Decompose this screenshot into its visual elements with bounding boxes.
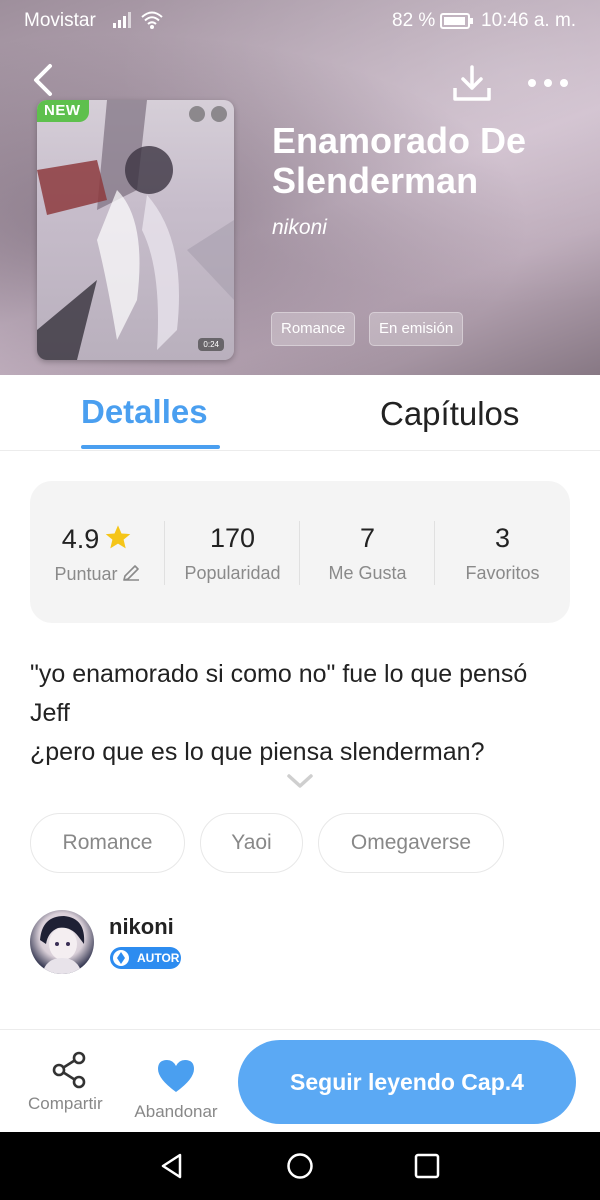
- tag-omegaverse[interactable]: Omegaverse: [318, 813, 504, 873]
- likes-label: Me Gusta: [328, 563, 407, 583]
- tab-details[interactable]: Detalles: [81, 393, 208, 431]
- avatar-artwork: [40, 916, 85, 974]
- stat-favorites: 3 Favoritos: [435, 481, 570, 623]
- share-label: Compartir: [28, 1094, 103, 1113]
- chevron-down-icon[interactable]: [286, 773, 314, 789]
- carrier-name: Movistar: [24, 10, 96, 31]
- more-icon[interactable]: [526, 70, 570, 96]
- back-arrow-icon[interactable]: [28, 62, 58, 98]
- story-description: "yo enamorado si como no" fue lo que pen…: [30, 655, 570, 772]
- new-badge: NEW: [37, 100, 89, 122]
- heart-icon: [158, 1060, 194, 1092]
- story-header: Movistar 82 % 10:46 a. m. NEW 0:24 Enamo…: [0, 0, 600, 375]
- nav-home-icon[interactable]: [286, 1152, 314, 1180]
- story-title: Enamorado De Slenderman: [272, 121, 582, 201]
- popularity-label: Popularidad: [184, 563, 281, 583]
- tag-romance[interactable]: Romance: [30, 813, 185, 873]
- pencil-icon: [122, 565, 139, 581]
- favorites-value: 3: [494, 523, 511, 553]
- avatar[interactable]: [30, 910, 94, 974]
- header-author-name[interactable]: nikoni: [272, 216, 327, 240]
- author-badge: AUTOR: [110, 947, 181, 969]
- description-line: Jeff: [30, 699, 70, 727]
- rating-value: 4.9: [61, 524, 100, 554]
- status-bar: Movistar 82 % 10:46 a. m.: [0, 0, 600, 40]
- status-chip: En emisión: [369, 312, 464, 346]
- clock: 10:46 a. m.: [481, 10, 577, 31]
- wifi-icon: [141, 11, 163, 29]
- stat-likes: 7 Me Gusta: [300, 481, 435, 623]
- tag-yaoi[interactable]: Yaoi: [200, 813, 303, 873]
- author-badge-icon: [113, 950, 129, 966]
- share-icon: [52, 1051, 86, 1089]
- author-name[interactable]: nikoni: [109, 914, 174, 940]
- popularity-value: 170: [209, 523, 256, 553]
- stat-rating[interactable]: 4.9 Puntuar: [30, 481, 165, 623]
- share-button[interactable]: Compartir: [24, 1040, 114, 1130]
- story-title-line2: Slenderman: [272, 160, 479, 201]
- author-badge-label: AUTOR: [137, 951, 180, 965]
- system-nav-bar: [0, 1132, 600, 1200]
- active-tab-indicator: [81, 445, 220, 449]
- story-cover-image[interactable]: NEW 0:24: [37, 100, 234, 360]
- stat-rating-label-row: Puntuar: [30, 563, 165, 585]
- cover-menu-icon: [211, 106, 227, 122]
- battery-icon: [440, 13, 473, 29]
- rating-label: Puntuar: [54, 564, 118, 584]
- abandon-label: Abandonar: [134, 1102, 218, 1121]
- nav-recents-icon[interactable]: [414, 1153, 440, 1179]
- signal-icon: [113, 12, 131, 28]
- tab-chapters[interactable]: Capítulos: [380, 395, 519, 433]
- stat-popularity: 170 Popularidad: [165, 481, 300, 623]
- battery-percentage: 82 %: [392, 10, 436, 31]
- favorites-label: Favoritos: [465, 563, 540, 583]
- likes-value: 7: [359, 523, 376, 553]
- abandon-button[interactable]: Abandonar: [126, 1040, 226, 1130]
- download-icon[interactable]: [452, 64, 492, 104]
- star-icon: [106, 525, 131, 549]
- stat-rating-value-row: 4.9: [30, 523, 165, 555]
- continue-reading-button[interactable]: Seguir leyendo Cap.4: [238, 1040, 576, 1124]
- nav-back-icon[interactable]: [158, 1152, 186, 1180]
- description-line: "yo enamorado si como no" fue lo que pen…: [30, 660, 528, 688]
- story-title-line1: Enamorado De: [272, 120, 527, 161]
- description-line: ¿pero que es lo que piensa slenderman?: [30, 738, 485, 766]
- cover-artwork: [37, 100, 234, 360]
- cover-duration: 0:24: [198, 338, 224, 351]
- stats-panel: 4.9 Puntuar 170 Popularidad 7 Me Gusta 3…: [30, 481, 570, 623]
- cover-control-icon: [189, 106, 205, 122]
- tab-bar: Detalles Capítulos: [0, 375, 600, 451]
- bottom-action-bar: Compartir Abandonar Seguir leyendo Cap.4: [0, 1029, 600, 1132]
- genre-chip[interactable]: Romance: [271, 312, 356, 346]
